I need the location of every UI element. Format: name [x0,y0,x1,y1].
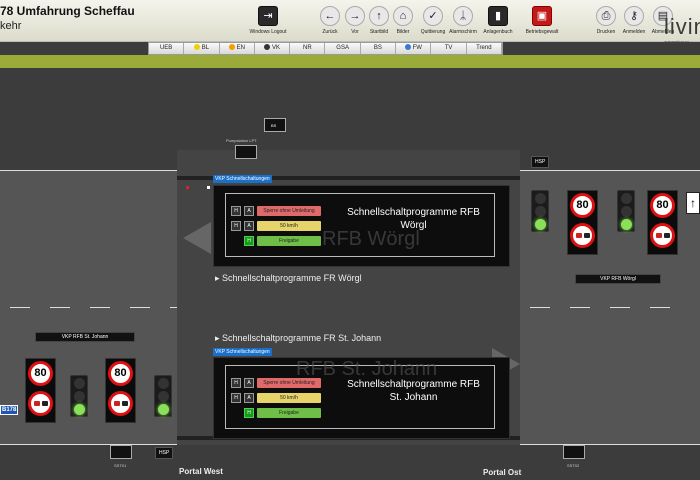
traffic-light[interactable] [154,375,172,417]
portal-east-label: Portal Ost [483,468,522,477]
alarm-button[interactable]: ᛦ Alarmschirm [443,6,483,35]
quick-switch-panel-stjohann: RFB St. Johann H A Sperre ohne Umleitung… [213,357,510,439]
no-overtaking-icon [650,223,675,248]
traffic-light-icon [264,44,271,50]
tab-bs[interactable]: BS [360,43,397,54]
program-50kmh[interactable]: 50 km/h [257,220,321,231]
check-icon: ✓ [423,6,443,26]
panel-title: Schnellschaltprogramme RFB Wörgl [347,207,480,231]
section-label-woergl: ▸ Schnellschaltprogramme FR Wörgl [215,273,362,283]
speed-limit-icon: 80 [650,193,675,218]
windows-logout-button[interactable]: ⇥ Windows Logout [248,6,288,35]
key-icon: ⚷ [624,6,644,26]
pump-station[interactable] [235,145,257,159]
vms-sign[interactable]: 80 [105,358,136,423]
traffic-light[interactable] [617,190,635,232]
panel-title: Schnellschaltprogramme RFB St. Johann [347,379,480,403]
speed-limit-icon: 80 [108,361,133,386]
auto-button[interactable]: A [244,392,254,403]
printer-icon: ⎙ [596,6,616,26]
tab-vk[interactable]: VK [254,43,291,54]
speed-limit-icon: 80 [570,193,595,218]
portal-west-label: Portal West [179,467,223,476]
bulb-icon [193,44,200,50]
header-bar: 78 Umfahrung Scheffau kehr ⇥ Windows Log… [0,0,700,44]
sst02-box[interactable] [563,445,585,459]
hand-button[interactable]: H [231,220,241,231]
no-overtaking-icon [108,391,133,416]
direction-arrow-left [183,222,211,254]
app-title: 78 Umfahrung Scheffau [0,4,135,18]
tab-tv[interactable]: TV [431,43,467,54]
auto-button[interactable]: A [244,377,254,388]
program-release[interactable]: Freigabe [257,407,321,418]
no-overtaking-icon [570,223,595,248]
tab-trend[interactable]: Trend [466,43,502,54]
tab-en[interactable]: EN [219,43,255,54]
house-icon: ⌂ [393,6,413,26]
section-label-stjohann: ▸ Schnellschaltprogramme FR St. Johann [215,333,382,343]
vms-sign[interactable]: 80 [25,358,56,423]
status-bar [0,55,700,68]
sst02-label: SST02 [567,463,580,468]
operation-button[interactable]: ▣ Betriebsgewalt [522,6,562,35]
hand-button[interactable]: H [244,235,254,246]
vkp-label-woergl: VKP RFB Wörgl [575,274,661,284]
quick-switch-panel-woergl: RFB Wörgl H A Sperre ohne Umleitung H A … [213,185,510,267]
hand-button[interactable]: H [231,377,241,388]
company-logo: livin [664,14,700,39]
tab-fw[interactable]: FW [396,43,432,54]
tab-gsa[interactable]: GSA [325,43,361,54]
logout-icon: ⇥ [258,6,278,26]
alarm-icon: ᛦ [453,6,473,26]
auto-button[interactable]: A [244,205,254,216]
panel-tag-top[interactable]: VKP Schnellschaltungen [213,175,272,183]
program-release[interactable]: Freigabe [257,235,321,246]
sst01-box[interactable] [110,445,132,459]
traffic-light[interactable] [70,375,88,417]
hand-button[interactable]: H [244,407,254,418]
no-overtaking-icon [28,391,53,416]
road-number-badge: B178 [0,405,19,415]
book-icon: ▮ [488,6,508,26]
logbook-button[interactable]: ▮ Anlagenbuch [478,6,518,35]
nav-tabs: UEB BL EN VK NR GSA BS FW TV Trend [148,42,503,55]
tab-bl[interactable]: BL [184,43,220,54]
program-closure[interactable]: Sperre ohne Umleitung [257,377,321,388]
program-50kmh[interactable]: 50 km/h [257,392,321,403]
hand-button[interactable]: H [231,205,241,216]
auto-button[interactable]: A [244,220,254,231]
program-closure[interactable]: Sperre ohne Umleitung [257,205,321,216]
vms-sign[interactable]: 80 [647,190,678,255]
company-logo-sub: automation sy [664,39,689,44]
hsp-label-bottom: HSP [155,447,174,459]
app-subtitle: kehr [0,20,22,32]
bottom-area [0,445,700,480]
tab-nr[interactable]: NR [290,43,326,54]
traffic-light[interactable] [531,190,549,232]
hand-button[interactable]: H [231,392,241,403]
pump-label: Pumpstation LPT [226,138,257,143]
operation-icon: ▣ [532,6,552,26]
tab-ueb[interactable]: UEB [149,43,185,54]
lightning-icon [228,44,235,50]
vms-sign[interactable]: 80 [567,190,598,255]
sst01-label: SST01 [114,463,127,468]
vkp-label-stjohann: VKP RFB St. Johann [35,332,135,342]
bs-box[interactable]: BS [264,118,286,132]
speed-limit-icon: 80 [28,361,53,386]
globe-icon [404,44,411,50]
hsp-label-top: HSP [531,156,550,168]
direction-sign-icon: ↑ [686,192,700,214]
panel-tag-bottom[interactable]: VKP Schnellschaltungen [213,348,272,356]
